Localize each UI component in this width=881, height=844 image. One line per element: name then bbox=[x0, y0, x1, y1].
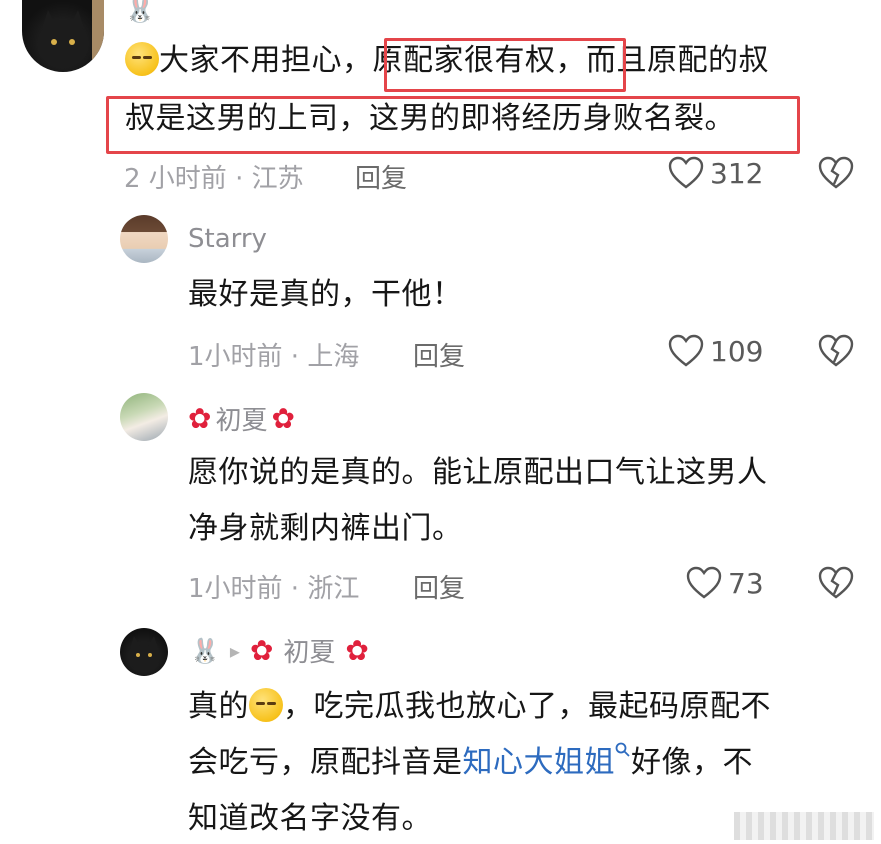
comment-text: 真的 ，吃完瓜我也放心了，最起码原配不 bbox=[188, 688, 771, 724]
heart-icon bbox=[668, 334, 704, 367]
watermark bbox=[734, 812, 874, 840]
sleepy-face-icon bbox=[125, 42, 159, 76]
highlight-box bbox=[384, 38, 626, 92]
heart-icon bbox=[668, 156, 704, 189]
search-link[interactable]: 知心大姐姐 bbox=[463, 745, 616, 780]
search-icon[interactable] bbox=[615, 742, 631, 758]
like-button[interactable]: 312 bbox=[668, 156, 763, 190]
avatar[interactable] bbox=[120, 215, 168, 263]
like-count: 73 bbox=[728, 566, 764, 600]
dislike-icon[interactable] bbox=[818, 156, 854, 190]
reply-to-name[interactable]: 初夏 bbox=[283, 632, 335, 669]
username[interactable]: 🐰 ▸ ✿ 初夏 ✿ bbox=[190, 632, 369, 669]
comment-text: 愿你说的是真的。能让原配出口气让这男人 bbox=[188, 455, 768, 490]
flower-icon: ✿ bbox=[249, 634, 274, 667]
heart-icon bbox=[686, 566, 722, 599]
comment-text: 会吃亏，原配抖音是知心大姐姐 好像，不 bbox=[188, 740, 753, 786]
avatar[interactable] bbox=[120, 393, 168, 441]
comment-meta: 1小时前 · 浙江 bbox=[188, 574, 360, 604]
comment-meta: 2 小时前 · 江苏 bbox=[124, 164, 304, 194]
avatar[interactable] bbox=[22, 0, 104, 72]
sleepy-face-icon bbox=[249, 688, 283, 722]
like-button[interactable]: 73 bbox=[686, 566, 764, 600]
reply-arrow-icon: ▸ bbox=[229, 638, 240, 663]
bunny-icon: 🐰 bbox=[190, 636, 220, 665]
reply-button[interactable]: 回复 bbox=[413, 568, 465, 605]
like-button[interactable]: 109 bbox=[668, 334, 763, 368]
reply-button[interactable]: 回复 bbox=[413, 336, 465, 373]
avatar[interactable] bbox=[120, 628, 168, 676]
dislike-icon[interactable] bbox=[818, 334, 854, 368]
username[interactable]: Starry bbox=[188, 224, 267, 254]
username[interactable]: 🐰 bbox=[125, 0, 155, 24]
comment-text: 知道改名字没有。 bbox=[188, 801, 432, 836]
dislike-icon[interactable] bbox=[818, 566, 854, 600]
flower-icon: ✿ bbox=[271, 402, 295, 435]
username[interactable]: ✿ 初夏 ✿ bbox=[188, 400, 295, 437]
flower-icon: ✿ bbox=[188, 402, 212, 435]
highlight-box bbox=[106, 96, 800, 154]
flower-icon: ✿ bbox=[345, 634, 369, 667]
comment-text: 净身就剩内裤出门。 bbox=[188, 511, 463, 546]
reply-button[interactable]: 回复 bbox=[355, 158, 407, 195]
comment-meta: 1小时前 · 上海 bbox=[188, 342, 360, 372]
like-count: 109 bbox=[710, 334, 764, 368]
comment-text: 最好是真的，干他！ bbox=[188, 277, 463, 312]
like-count: 312 bbox=[710, 156, 764, 190]
